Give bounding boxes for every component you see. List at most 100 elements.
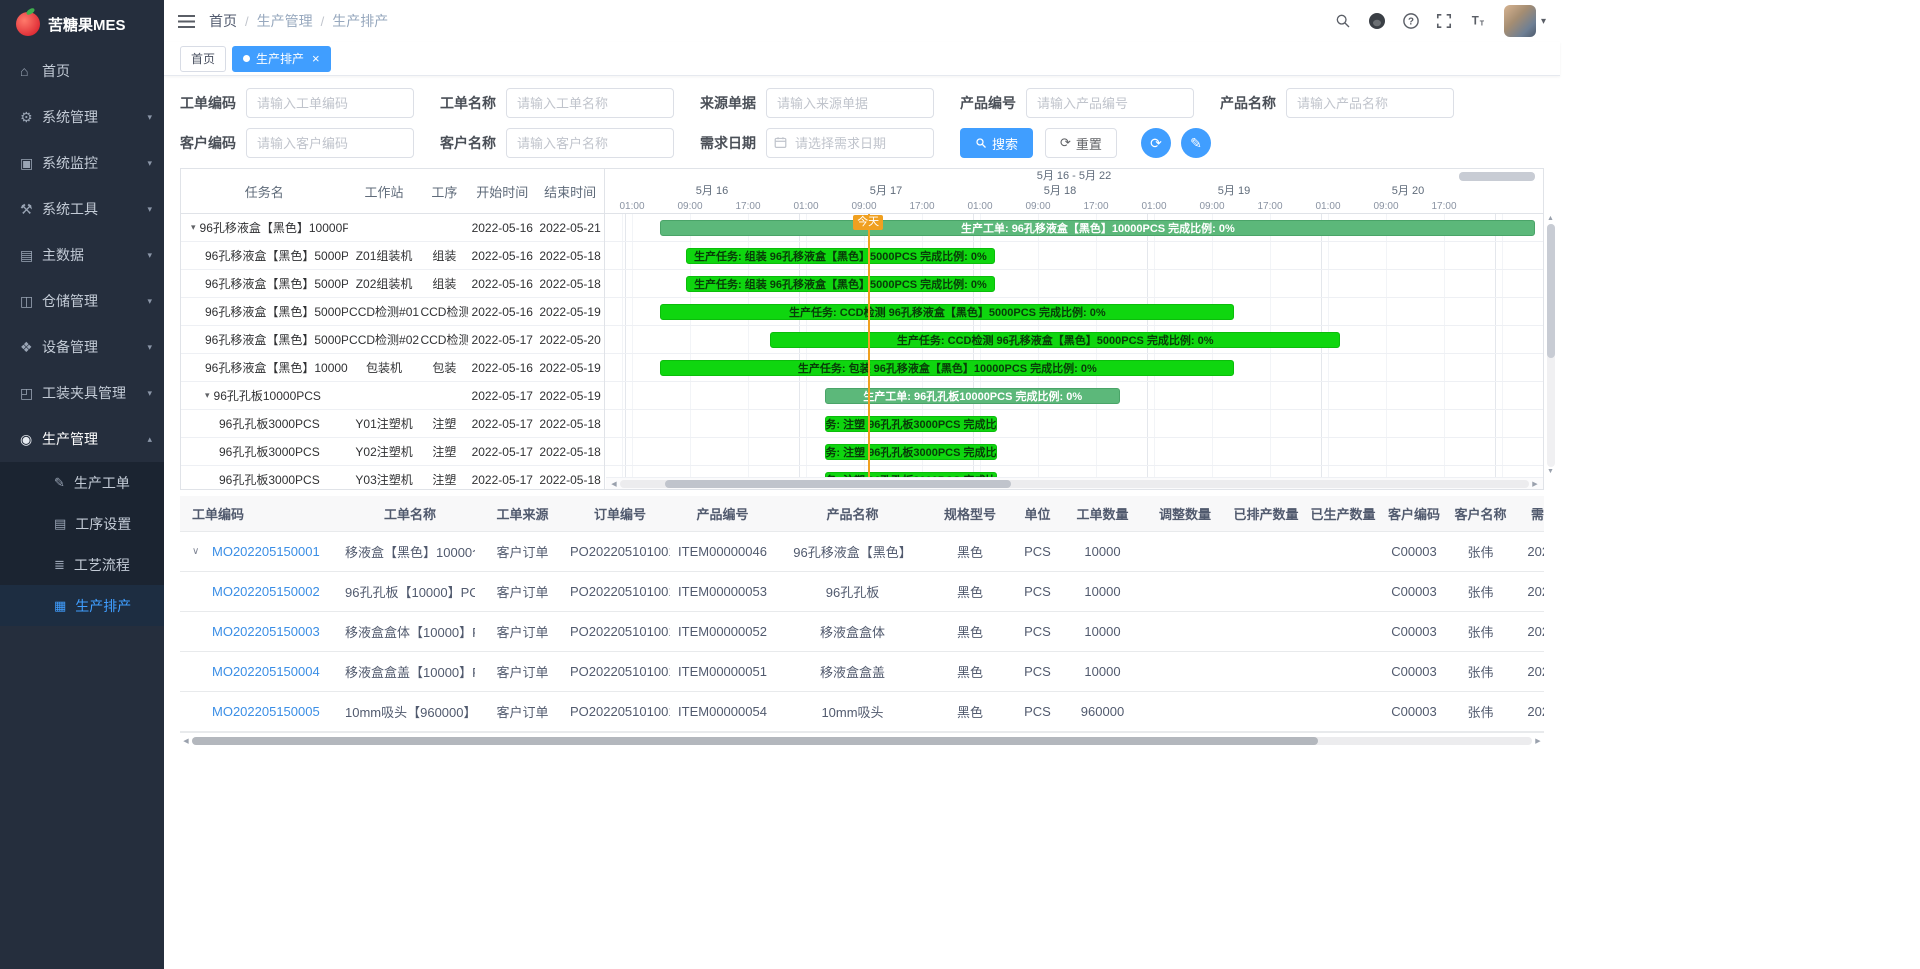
- order-name-input[interactable]: [506, 88, 674, 118]
- sidebar-menu: ⌂首页⚙系统管理▾▣系统监控▾⚒系统工具▾▤主数据▾◫仓储管理▾❖设备管理▾◰工…: [0, 48, 164, 626]
- menu-item-label: 系统管理: [42, 107, 98, 127]
- table-column-header: 客户名称: [1444, 504, 1517, 523]
- scrollbar-thumb[interactable]: [665, 480, 1010, 488]
- product-name-input[interactable]: [1286, 88, 1454, 118]
- task-bar[interactable]: 生产任务: 注塑 96孔孔板3000PCS 完成比例: 0%: [825, 416, 997, 432]
- task-bar[interactable]: 生产任务: 组装 96孔移液盒【黑色】5000PCS 完成比例: 0%: [686, 248, 996, 264]
- due-date-input[interactable]: [766, 128, 934, 158]
- chevron-down-icon[interactable]: ▾: [191, 222, 196, 233]
- workorder-bar[interactable]: 生产工单: 96孔移液盒【黑色】10000PCS 完成比例: 0%: [660, 220, 1535, 236]
- task-bar[interactable]: 生产任务: CCD检测 96孔移液盒【黑色】5000PCS 完成比例: 0%: [770, 332, 1340, 348]
- task-start: 2022-05-17: [468, 389, 536, 403]
- task-name: 96孔移液盒【黑色】10000PCS: [200, 219, 348, 236]
- table-row: MO20220515000296孔孔板【10000】PCS客户订单PO20220…: [180, 572, 1544, 612]
- task-start: 2022-05-17: [468, 333, 536, 347]
- gantt-mini-scrollbar[interactable]: [1459, 172, 1535, 181]
- gantt-task-row[interactable]: 96孔孔板3000PCSY03注塑机注塑2022-05-172022-05-18: [181, 466, 604, 489]
- user-menu[interactable]: ▾: [1504, 5, 1546, 37]
- customer-code-input[interactable]: [246, 128, 414, 158]
- github-icon[interactable]: [1368, 12, 1386, 30]
- scrollbar-thumb[interactable]: [192, 737, 1318, 745]
- scrollbar-track[interactable]: [1547, 224, 1555, 467]
- product-code-input[interactable]: [1026, 88, 1194, 118]
- scroll-right-icon[interactable]: ▶: [1532, 737, 1544, 745]
- source-doc-input[interactable]: [766, 88, 934, 118]
- app-logo[interactable]: 苦糖果MES: [0, 0, 164, 48]
- sidebar-item-production[interactable]: ◉生产管理▴: [0, 416, 164, 462]
- gantt-range-row: 5月 16 - 5月 22: [605, 169, 1543, 184]
- workorder-icon: ✎: [54, 475, 65, 491]
- sidebar-item-process-flow[interactable]: ≣工艺流程: [0, 544, 164, 585]
- sync-schedule-button[interactable]: ⟳: [1141, 128, 1171, 158]
- scrollbar-track[interactable]: [192, 737, 1532, 745]
- breadcrumb-item[interactable]: 首页: [209, 11, 237, 31]
- gantt-task-row[interactable]: 96孔移液盒【黑色】5000PCSCCD检测#01CCD检测2022-05-16…: [181, 298, 604, 326]
- chevron-down-icon[interactable]: ∨: [192, 546, 206, 557]
- gantt-task-row[interactable]: ▾96孔移液盒【黑色】10000PCS2022-05-162022-05-21: [181, 214, 604, 242]
- gantt-task-row[interactable]: 96孔孔板3000PCSY01注塑机注塑2022-05-172022-05-18: [181, 410, 604, 438]
- gantt-horizontal-scrollbar[interactable]: ◀ ▶: [606, 477, 1543, 489]
- workorder-link[interactable]: MO202205150002: [212, 584, 320, 599]
- scroll-up-icon[interactable]: ▲: [1547, 214, 1554, 224]
- gantt-task-row[interactable]: 96孔孔板3000PCSY02注塑机注塑2022-05-172022-05-18: [181, 438, 604, 466]
- task-bar[interactable]: 生产任务: 注塑 96孔孔板3000PCS 完成比例: 0%: [825, 444, 997, 460]
- sidebar-item-process-setting[interactable]: ▤工序设置: [0, 503, 164, 544]
- menu-item-label: 设备管理: [42, 337, 98, 357]
- tab-home[interactable]: 首页: [180, 46, 226, 72]
- search-button[interactable]: 搜索: [960, 128, 1033, 158]
- scrollbar-thumb[interactable]: [1547, 224, 1555, 358]
- gantt-task-row[interactable]: ▾96孔孔板10000PCS2022-05-172022-05-19: [181, 382, 604, 410]
- form-field-product-name: 产品名称: [1220, 88, 1454, 118]
- menu-fold-icon[interactable]: [178, 14, 195, 29]
- gantt-task-row[interactable]: 96孔移液盒【黑色】5000PCSZ02组装机组装2022-05-162022-…: [181, 270, 604, 298]
- database-icon: ▤: [20, 247, 42, 264]
- sidebar-item-tools[interactable]: ⚒系统工具▾: [0, 186, 164, 232]
- sidebar-item-scheduling[interactable]: ▦生产排产: [0, 585, 164, 626]
- sidebar-item-warehouse[interactable]: ◫仓储管理▾: [0, 278, 164, 324]
- gantt-vertical-scrollbar[interactable]: ▲ ▼: [1545, 214, 1556, 477]
- gantt-task-row[interactable]: 96孔移液盒【黑色】10000PCS包装机包装2022-05-162022-05…: [181, 354, 604, 382]
- search-icon[interactable]: [1335, 13, 1351, 29]
- edit-schedule-button[interactable]: ✎: [1181, 128, 1211, 158]
- sidebar-item-monitor[interactable]: ▣系统监控▾: [0, 140, 164, 186]
- scroll-right-icon[interactable]: ▶: [1529, 480, 1541, 488]
- home-icon: ⌂: [20, 63, 42, 79]
- fullscreen-icon[interactable]: [1436, 13, 1452, 29]
- tools-icon: ⚒: [20, 201, 42, 218]
- customer-name-input[interactable]: [506, 128, 674, 158]
- help-icon[interactable]: ?: [1403, 13, 1419, 29]
- chevron-down-icon: ▾: [147, 250, 152, 261]
- order-code-input[interactable]: [246, 88, 414, 118]
- gantt-task-row[interactable]: 96孔移液盒【黑色】5000PCSCCD检测#02CCD检测2022-05-17…: [181, 326, 604, 354]
- font-size-icon[interactable]: TT: [1469, 13, 1487, 29]
- workorder-link[interactable]: MO202205150004: [212, 664, 320, 679]
- reset-button[interactable]: ⟳ 重置: [1045, 128, 1117, 158]
- sidebar-item-home[interactable]: ⌂首页: [0, 48, 164, 94]
- tab-scheduling[interactable]: 生产排产×: [232, 46, 331, 72]
- gantt-task-row[interactable]: 96孔移液盒【黑色】5000PCSZ01组装机组装2022-05-162022-…: [181, 242, 604, 270]
- workorder-link[interactable]: MO202205150005: [212, 704, 320, 719]
- table-horizontal-scrollbar[interactable]: ◀ ▶: [180, 735, 1544, 747]
- table-row: MO202205150004移液盒盒盖【10000】PCS客户订单PO20220…: [180, 652, 1544, 692]
- task-bar[interactable]: 生产任务: 包装 96孔移液盒【黑色】10000PCS 完成比例: 0%: [660, 360, 1234, 376]
- gantt-column-header: 结束时间: [536, 182, 604, 201]
- sidebar-item-fixture[interactable]: ◰工装夹具管理▾: [0, 370, 164, 416]
- table-column-header: 产品编号: [670, 504, 775, 523]
- task-start: 2022-05-16: [468, 305, 536, 319]
- task-bar[interactable]: 生产任务: CCD检测 96孔移液盒【黑色】5000PCS 完成比例: 0%: [660, 304, 1234, 320]
- scrollbar-track[interactable]: [620, 480, 1529, 488]
- chevron-down-icon[interactable]: ▾: [205, 390, 210, 401]
- sidebar-item-workorder[interactable]: ✎生产工单: [0, 462, 164, 503]
- sidebar-item-system[interactable]: ⚙系统管理▾: [0, 94, 164, 140]
- scroll-down-icon[interactable]: ▼: [1547, 467, 1554, 477]
- avatar[interactable]: [1504, 5, 1536, 37]
- menu-item-label: 生产排产: [75, 596, 131, 616]
- workorder-link[interactable]: MO202205150001: [212, 544, 320, 559]
- task-bar[interactable]: 生产任务: 组装 96孔移液盒【黑色】5000PCS 完成比例: 0%: [686, 276, 996, 292]
- workorder-link[interactable]: MO202205150003: [212, 624, 320, 639]
- close-icon[interactable]: ×: [312, 52, 320, 65]
- sidebar-item-equipment[interactable]: ❖设备管理▾: [0, 324, 164, 370]
- scroll-left-icon[interactable]: ◀: [608, 480, 620, 488]
- sidebar-item-masterdata[interactable]: ▤主数据▾: [0, 232, 164, 278]
- scroll-left-icon[interactable]: ◀: [180, 737, 192, 745]
